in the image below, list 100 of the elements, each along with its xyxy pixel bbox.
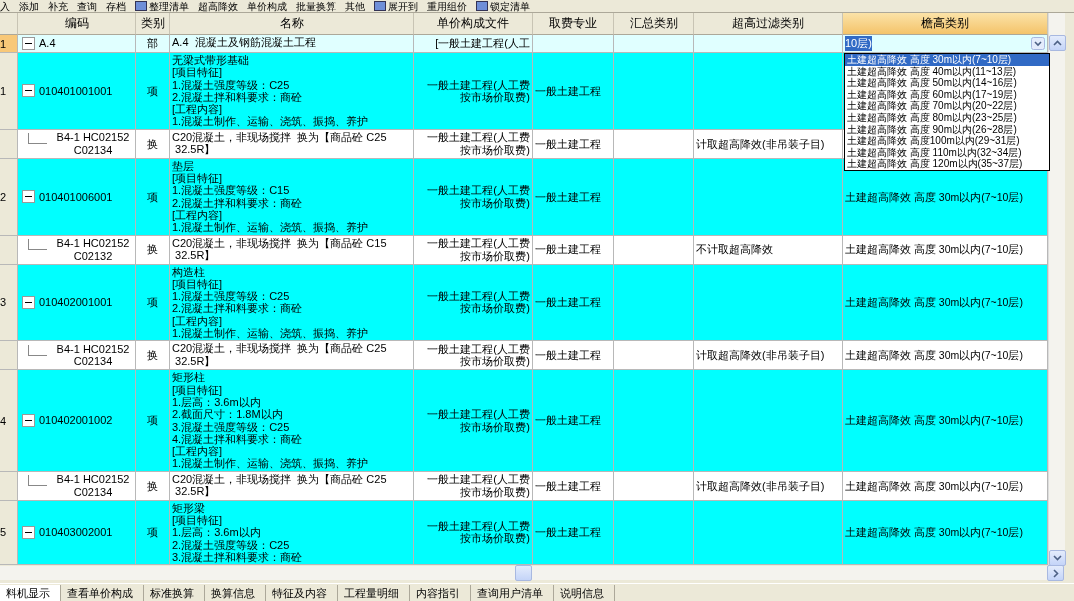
table-cell: 土建超高降效 高度 30m以内(7~10层) [845,526,1023,539]
row-number: 5 [0,526,7,539]
toolbar-icon[interactable] [374,1,386,11]
collapse-icon[interactable] [22,190,35,204]
table-cell: 一般土建工程 [535,137,601,150]
tab[interactable]: 换算信息 [205,584,266,601]
table-cell: 矩形柱 [项目特征] 1.层高：3.6m以内 2.截面尺寸：1.8M以内 3.混凝土强度等级：C25 4.混凝土拌和料要求：商砼 [工程内容] 1.混凝土制作、运输、浇筑、振捣、养护 [172,371,369,470]
table-cell: 土建超高降效 高度 30m以内(7~10层) [845,479,1023,492]
row-header[interactable]: 1 [0,35,18,53]
column-header[interactable]: 檐高类别 [843,13,1048,35]
row-number: 3 [0,296,7,309]
code-text: B4-1 HC02152 C02134 [55,131,131,157]
scroll-down-button[interactable] [1049,550,1066,566]
row-header[interactable]: 1 [0,53,18,130]
row-number: 4 [0,414,7,427]
toolbar-button[interactable]: 单价构成 [247,0,287,12]
table-cell: 换 [147,137,158,150]
toolbar-button[interactable]: 入 [0,0,10,12]
row-header[interactable]: 2 [0,158,18,236]
column-header[interactable]: 取费专业 [533,13,614,35]
tab[interactable]: 标准换算 [144,584,205,601]
tab[interactable]: 说明信息 [554,584,615,601]
table-cell: 垫层 [项目特征] 1.混凝土强度等级：C15 2.混凝土拌和料要求：商砼 [工程内容] 1.混凝土制作、运输、浇筑、振捣、养护 [172,159,369,234]
toolbar-button[interactable]: 存档 [106,0,126,12]
toolbar-button[interactable]: 整理清单 [149,0,189,12]
table-cell: 部 [147,37,158,50]
table-cell: 无梁式带形基础 [项目特征] 1.混凝土强度等级：C25 2.混凝土拌和料要求：商砼 [工程内容] 1.混凝土制作、运输、浇筑、振捣、养护 [172,54,369,128]
table-cell: 换 [147,479,158,492]
table-cell: 一般土建工程 [535,190,601,203]
table-cell-text: 一般土建工程(人工费按市场价取费) [426,473,530,498]
table-cell: 土建超高降效 高度 30m以内(7~10层) [845,190,1023,203]
column-header[interactable]: 类别 [136,13,170,35]
table-cell: 一般土建工程 [535,296,601,309]
code-text: A.4 [39,37,56,50]
toolbar-button[interactable]: 添加 [19,0,39,12]
toolbar-button[interactable]: 重用组价 [427,0,467,12]
caret-icon[interactable] [1031,37,1045,50]
table-cell-text: 一般土建工程(人工费按市场价取费) [426,343,530,368]
dropdown-option[interactable]: 土建超高降效 高度 120m以内(35~37层) [845,158,1049,170]
collapse-icon[interactable] [22,37,35,50]
code-text: 010401001001 [39,84,113,98]
tab[interactable]: 内容指引 [410,584,471,601]
table-cell-text: 一般土建工程(人工费按市场价取费) [426,290,530,315]
scroll-right-button[interactable] [1047,565,1064,581]
table-cell-text: 一般土建工程(人工费按市场价取费) [426,184,530,209]
dropdown-option[interactable]: 土建超高降效 高度 50m以内(14~16层) [845,77,1049,89]
dropdown-option[interactable]: 土建超高降效 高度100m以内(29~31层) [845,135,1049,147]
code-text: B4-1 HC02152 C02134 [55,343,131,368]
toolbar-button[interactable]: 其他 [345,0,365,12]
toolbar-button[interactable]: 展开到 [388,0,418,12]
scroll-up-button[interactable] [1049,35,1066,51]
row-number: 1 [0,84,7,97]
table-cell: 土建超高降效 高度 30m以内(7~10层) [845,414,1023,427]
scroll-thumb[interactable] [515,565,532,581]
toolbar-icon[interactable] [476,1,488,11]
toolbar-button[interactable]: 补充 [48,0,68,12]
tab[interactable]: 查看单价构成 [61,584,144,601]
collapse-icon[interactable] [22,84,35,98]
code-text: 010402001001 [39,296,113,309]
table-cell-text: 一般土建工程(人工费按市场价取费) [426,131,530,157]
table-cell: A.4 混凝土及钢筋混凝土工程 [172,36,316,49]
table-cell: 土建超高降效 高度 30m以内(7~10层) [845,349,1023,362]
row-header[interactable]: 4 [0,370,18,472]
tab[interactable]: 工程量明细 [338,584,410,601]
table-cell: [一般土建工程(人工 [435,37,530,50]
dropdown-option[interactable]: 土建超高降效 高度 70m以内(20~22层) [845,100,1049,112]
row-number: 1 [0,37,7,50]
column-header[interactable]: 超高过滤类别 [694,13,843,35]
dropdown-option[interactable]: 土建超高降效 高度 80m以内(23~25层) [845,111,1049,124]
row-header[interactable]: 5 [0,500,18,566]
collapse-icon[interactable] [22,295,35,309]
collapse-icon[interactable] [22,414,35,428]
toolbar-button[interactable]: 锁定清单 [490,0,530,12]
column-header[interactable]: 名称 [170,13,414,35]
collapse-icon[interactable] [22,525,35,539]
toolbar-button[interactable]: 批量换算 [296,0,336,12]
code-text: B4-1 HC02152 C02132 [55,237,131,262]
tab[interactable]: 特征及内容 [266,584,338,601]
table-cell: 矩形梁 [项目特征] 1.层高：3.6m以内 2.混凝土强度等级：C25 3.混凝土拌和料要求：商砼 [172,501,303,564]
column-header[interactable]: 单价构成文件 [414,13,533,35]
dropdown-option[interactable]: 土建超高降效 高度 40m以内(11~13层) [845,65,1049,78]
table-cell: 一般土建工程 [535,414,601,427]
dropdown-option[interactable]: 土建超高降效 高度 60m以内(17~19层) [845,88,1049,101]
toolbar-icon[interactable] [135,1,147,11]
column-header[interactable]: 编码 [18,13,136,35]
table-cell-text: 一般土建工程(人工费按市场价取费) [426,408,530,433]
toolbar-button[interactable]: 查询 [77,0,97,12]
column-header[interactable]: 汇总类别 [614,13,694,35]
table-cell: 一般土建工程 [535,479,601,492]
toolbar-button[interactable]: 超高降效 [198,0,238,12]
dropdown-option[interactable]: 土建超高降效 高度 30m以内(7~10层) [845,54,1049,66]
code-text: B4-1 HC02152 C02134 [55,473,131,498]
table-row[interactable]: 1 A.4 部 A.4 混凝土及钢筋混凝土工程 [一般土建工程(人工 10层) [0,35,1048,53]
code-text: 010401006001 [39,190,113,203]
tab[interactable]: 查询用户清单 [471,584,554,601]
table-cell: 项 [147,296,158,309]
row-header[interactable]: 3 [0,264,18,342]
table-cell: C20混凝土，非现场搅拌 换为【商品砼 C25 32.5R】 [172,472,387,498]
dropdown-option[interactable]: 土建超高降效 高度 110m以内(32~34层) [845,146,1049,159]
tab[interactable]: 料机显示 [0,584,61,601]
